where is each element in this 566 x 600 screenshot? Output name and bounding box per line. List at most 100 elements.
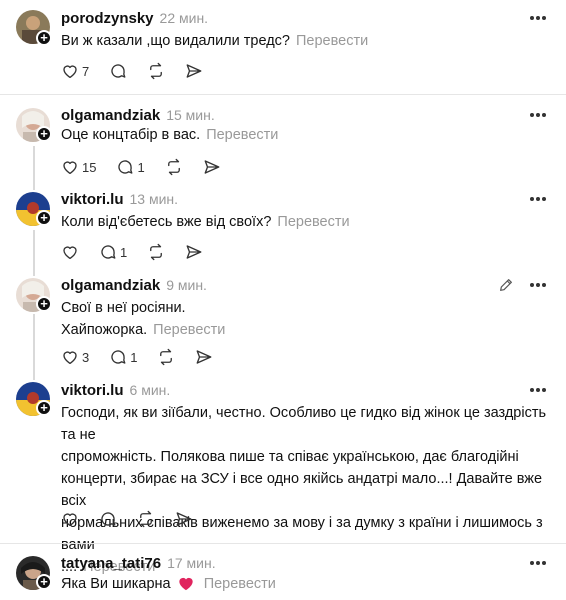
- repost-button[interactable]: [147, 243, 165, 261]
- comment-icon: [101, 512, 116, 526]
- repost-icon: [150, 62, 163, 80]
- share-icon: [186, 64, 202, 78]
- more-dots-icon[interactable]: [528, 386, 548, 394]
- more-dots-icon[interactable]: [528, 559, 548, 567]
- username[interactable]: tatyana_tati76 17 мин.: [61, 555, 216, 572]
- username[interactable]: viktori.lu 13 мин.: [61, 191, 178, 208]
- follow-plus-icon[interactable]: +: [36, 400, 52, 416]
- follow-plus-icon[interactable]: +: [36, 126, 52, 142]
- repost-button[interactable]: [147, 62, 165, 80]
- post-line: Господи, як ви зіїбали, честно. Особливо…: [61, 405, 547, 443]
- reply-button[interactable]: [109, 62, 127, 80]
- translate-link[interactable]: Перевести: [277, 214, 349, 230]
- post: + olgamandziak 9 мин. Свої в неї росіяни.…: [0, 270, 566, 374]
- translate-link[interactable]: Перевести: [204, 576, 276, 592]
- red-heart-emoji: [178, 577, 193, 591]
- post-line: спроможність. Полякова пише та співає ук…: [61, 449, 519, 465]
- post-text: Яка Ви шикарна Перевести: [61, 576, 276, 592]
- repost-button[interactable]: [165, 158, 183, 176]
- more-dots-icon[interactable]: [528, 111, 548, 119]
- follow-plus-icon[interactable]: +: [36, 30, 52, 46]
- heart-icon: [63, 65, 77, 79]
- post-time: 17 мин.: [167, 555, 216, 571]
- post-time: 9 мин.: [166, 277, 207, 293]
- follow-plus-icon[interactable]: +: [36, 296, 52, 312]
- post-line: Свої в неї росіяни.: [61, 300, 186, 316]
- post-actions: [61, 508, 213, 530]
- post: + viktori.lu 6 мин. Господи, як ви зіїбал…: [0, 374, 566, 575]
- like-button[interactable]: 15: [61, 158, 96, 176]
- reply-button[interactable]: 1: [99, 243, 127, 261]
- like-button[interactable]: [61, 243, 79, 261]
- share-icon: [197, 350, 212, 364]
- post-actions: 7: [61, 60, 223, 82]
- repost-icon: [160, 348, 173, 366]
- post-text: Коли від'єбетесь вже від своїх? Перевести: [61, 214, 350, 230]
- heart-icon: [63, 161, 77, 175]
- share-button[interactable]: [175, 510, 193, 528]
- post: + olgamandziak 15 мин. Оце концтабір в ва…: [0, 100, 566, 184]
- share-button[interactable]: [195, 348, 213, 366]
- heart-icon: [63, 351, 77, 365]
- reply-button[interactable]: [99, 510, 117, 528]
- post-time: 6 мин.: [129, 382, 171, 398]
- share-icon: [176, 512, 192, 526]
- post: + tatyana_tati76 17 мин. Яка Ви шикарна П…: [0, 548, 566, 600]
- follow-plus-icon[interactable]: +: [36, 210, 52, 226]
- like-count: 3: [82, 349, 90, 365]
- username[interactable]: olgamandziak 9 мин.: [61, 277, 207, 294]
- comment-icon: [101, 245, 116, 259]
- more-dots-icon[interactable]: [528, 281, 548, 289]
- username[interactable]: viktori.lu 6 мин.: [61, 382, 170, 399]
- comment-icon: [118, 160, 133, 174]
- post-actions: 1: [61, 241, 223, 263]
- repost-icon: [150, 243, 163, 261]
- heart-icon: [63, 246, 77, 260]
- post-actions: 15 1: [61, 156, 241, 178]
- share-icon: [186, 245, 202, 259]
- post-actions: 3 1: [61, 346, 233, 368]
- more-dots-icon[interactable]: [528, 195, 548, 203]
- reply-count: 1: [137, 159, 145, 175]
- repost-button[interactable]: [137, 510, 155, 528]
- repost-button[interactable]: [157, 348, 175, 366]
- reply-count: 1: [120, 244, 128, 260]
- comment-icon: [111, 64, 126, 78]
- reply-count: 1: [130, 349, 138, 365]
- share-button[interactable]: [203, 158, 221, 176]
- pencil-icon[interactable]: [498, 277, 514, 293]
- repost-icon: [167, 158, 180, 176]
- repost-icon: [140, 510, 152, 528]
- post-text: Свої в неї росіяни. Хайпожорка. Перевести: [61, 297, 551, 341]
- reply-button[interactable]: 1: [116, 158, 145, 176]
- post-time: 22 мин.: [159, 10, 209, 26]
- post-text: Оце концтабір в вас. Перевести: [61, 127, 279, 143]
- reply-button[interactable]: 1: [109, 348, 137, 366]
- like-button[interactable]: [61, 510, 79, 528]
- divider: [0, 94, 566, 95]
- like-count: 7: [82, 63, 90, 79]
- post: + viktori.lu 13 мин. Коли від'єбетесь вже…: [0, 184, 566, 268]
- post-time: 13 мин.: [129, 191, 179, 207]
- translate-link[interactable]: Перевести: [296, 33, 368, 49]
- heart-icon: [63, 513, 77, 527]
- post-text: Ви ж казали ,що видалили тредс? Перевести: [61, 33, 369, 49]
- post: + porodzynsky 22 мин. Ви ж казали ,що вид…: [0, 0, 566, 94]
- more-dots-icon[interactable]: [528, 14, 548, 22]
- like-count: 15: [82, 159, 97, 175]
- username[interactable]: porodzynsky 22 мин.: [61, 10, 208, 27]
- post-time: 15 мин.: [166, 107, 215, 123]
- share-button[interactable]: [185, 62, 203, 80]
- translate-link[interactable]: Перевести: [206, 127, 278, 143]
- comment-icon: [111, 350, 126, 364]
- post-line: концерти, збирає на ЗСУ і все одно якійс…: [61, 471, 543, 509]
- like-button[interactable]: 3: [61, 348, 89, 366]
- post-line: Хайпожорка. Перевести: [61, 322, 226, 338]
- share-button[interactable]: [185, 243, 203, 261]
- divider: [0, 543, 566, 544]
- translate-link[interactable]: Перевести: [153, 322, 225, 338]
- share-icon: [204, 160, 220, 174]
- follow-plus-icon[interactable]: +: [36, 574, 52, 590]
- username[interactable]: olgamandziak 15 мин.: [61, 107, 215, 124]
- like-button[interactable]: 7: [61, 62, 89, 80]
